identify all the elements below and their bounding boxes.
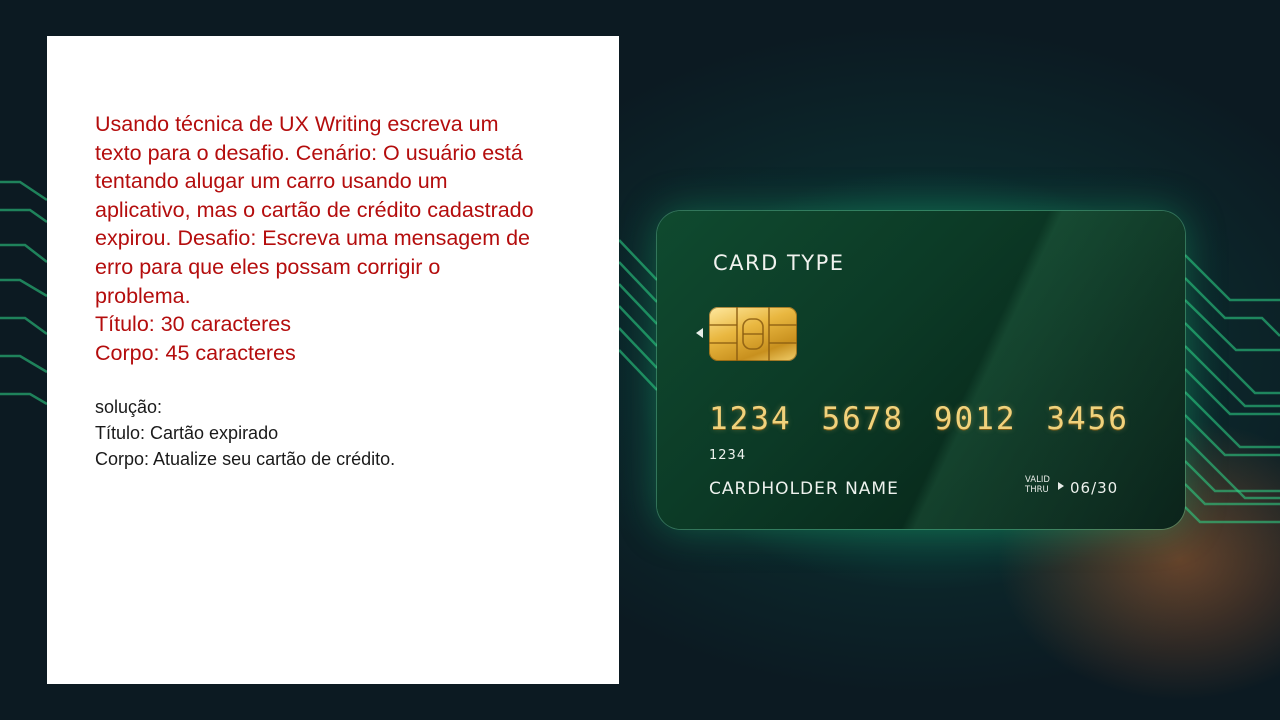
challenge-prompt: Usando técnica de UX Writing escreva um … xyxy=(95,110,535,367)
card-small-digits: 1234 xyxy=(709,448,747,463)
card-type-label: CARD TYPE xyxy=(713,251,845,275)
valid-thru-label: VALID THRU xyxy=(1025,475,1061,495)
solution-heading: solução: xyxy=(95,397,163,417)
chip-icon xyxy=(709,307,797,361)
card-number: 1234 5678 9012 3456 xyxy=(709,401,1129,437)
card-number-group: 5678 xyxy=(821,401,905,437)
card-number-group: 3456 xyxy=(1046,401,1129,437)
slide: Usando técnica de UX Writing escreva um … xyxy=(0,0,1280,720)
solution-body: Corpo: Atualize seu cartão de crédito. xyxy=(95,449,396,469)
expiry-date: 06/30 xyxy=(1070,479,1119,497)
cardholder-name: CARDHOLDER NAME xyxy=(709,479,899,499)
title-limit: Título: 30 caracteres xyxy=(95,312,291,337)
card-number-group: 9012 xyxy=(933,401,1017,437)
valid-label-line1: VALID xyxy=(1025,475,1050,485)
challenge-paragraph: Usando técnica de UX Writing escreva um … xyxy=(95,112,534,308)
valid-thru-arrow-icon xyxy=(1058,482,1064,490)
credit-card-illustration: CARD TYPE 1234 5678 9012 3456 1234 CARDH… xyxy=(657,211,1185,529)
valid-label-line2: THRU xyxy=(1025,485,1049,495)
text-panel: Usando técnica de UX Writing escreva um … xyxy=(47,36,619,684)
body-limit: Corpo: 45 caracteres xyxy=(95,340,296,365)
solution-block: solução: Título: Cartão expirado Corpo: … xyxy=(95,394,555,472)
contactless-arrow-icon xyxy=(696,328,703,338)
card-number-group: 1234 xyxy=(709,401,792,437)
solution-title: Título: Cartão expirado xyxy=(95,423,279,443)
